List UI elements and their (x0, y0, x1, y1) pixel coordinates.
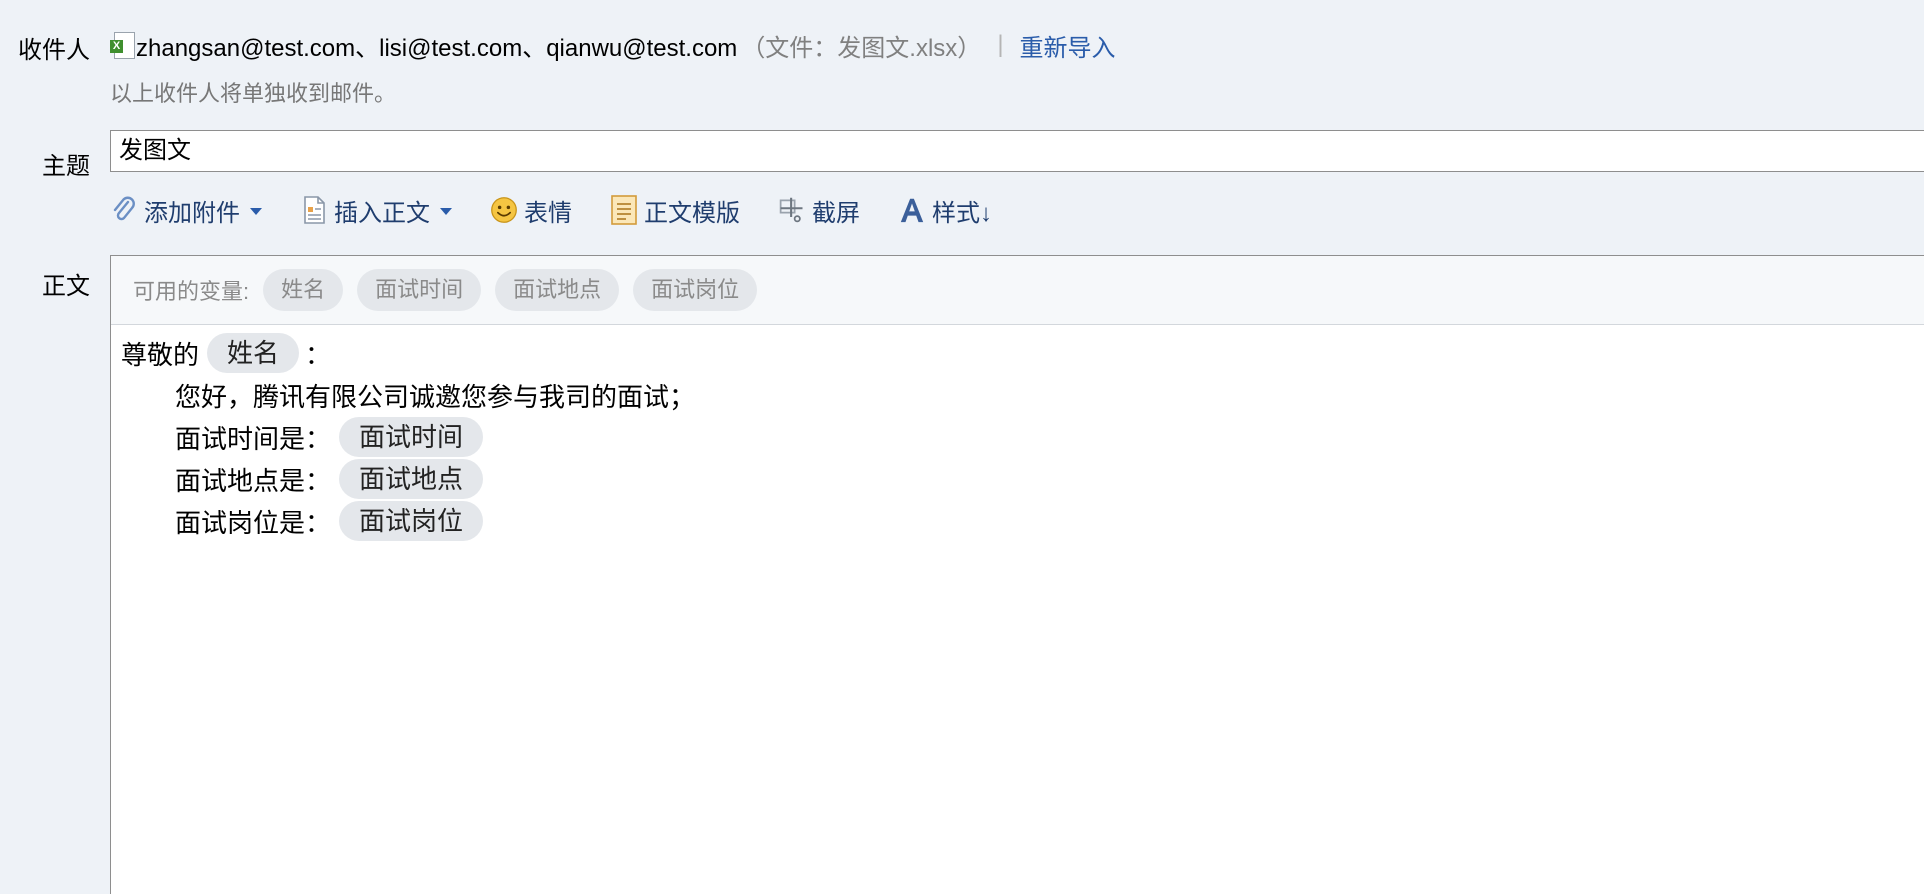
body-label: 正文 (42, 273, 90, 300)
reimport-link[interactable]: 重新导入 (1020, 28, 1116, 63)
subject-input[interactable]: 发图文 (110, 130, 1924, 172)
file-note: （文件：发图文.xlsx） (741, 34, 982, 62)
interview-time-label: 面试时间是： (175, 423, 332, 454)
recipients-row: X zhangsan@test.com、lisi@test.com、qianwu… (110, 28, 1116, 62)
separator: | (997, 31, 1004, 58)
inline-variable-name: 姓名 (207, 333, 300, 373)
body-content[interactable]: 尊敬的 姓名 ： 您好，腾讯有限公司诚邀您参与我司的面试； 面试时间是： 面试时… (121, 332, 695, 542)
body-editor[interactable]: 可用的变量: 姓名 面试时间 面试地点 面试岗位 尊敬的 姓名 ： 您好，腾讯有… (110, 255, 1924, 894)
inline-variable-interview-location: 面试地点 (339, 459, 484, 499)
interview-position-label: 面试岗位是： (175, 507, 332, 538)
variables-bar: 可用的变量: 姓名 面试时间 面试地点 面试岗位 (111, 256, 1924, 325)
variable-chip-interview-time[interactable]: 面试时间 (357, 269, 482, 311)
paperclip-icon (110, 195, 138, 225)
variable-chip-interview-location[interactable]: 面试地点 (495, 269, 620, 311)
font-style-icon (898, 195, 926, 225)
emoji-button[interactable]: 表情 (490, 193, 572, 228)
recipients-hint: 以上收件人将单独收到邮件。 (110, 81, 397, 106)
emoji-label: 表情 (524, 199, 572, 227)
chevron-down-icon (440, 207, 452, 215)
add-attachment-label: 添加附件 (144, 199, 240, 227)
intro-line: 您好，腾讯有限公司诚邀您参与我司的面试； (121, 374, 695, 416)
add-attachment-button[interactable]: 添加附件 (110, 193, 262, 228)
editor-toolbar: 添加附件 插入正文 表情 正文模版 截屏 样式↓ (110, 190, 1030, 230)
greeting-suffix: ： (305, 339, 332, 370)
variables-label: 可用的变量: (133, 279, 250, 304)
crop-screenshot-icon (778, 195, 806, 225)
excel-file-icon: X (110, 32, 135, 59)
interview-position-line: 面试岗位是： 面试岗位 (121, 500, 695, 542)
body-template-button[interactable]: 正文模版 (610, 193, 740, 228)
interview-location-label: 面试地点是： (175, 465, 332, 496)
variable-chip-name[interactable]: 姓名 (263, 269, 344, 311)
subject-label: 主题 (42, 153, 90, 180)
intro-text: 您好，腾讯有限公司诚邀您参与我司的面试； (175, 381, 696, 412)
chevron-down-icon (250, 207, 262, 215)
document-icon (300, 195, 328, 225)
inline-variable-interview-position: 面试岗位 (339, 501, 484, 541)
template-icon (610, 195, 638, 225)
screenshot-button[interactable]: 截屏 (778, 193, 860, 228)
recipient-list: zhangsan@test.com、lisi@test.com、qianwu@t… (136, 34, 738, 62)
inline-variable-interview-time: 面试时间 (339, 417, 484, 457)
greeting-line: 尊敬的 姓名 ： (121, 332, 695, 374)
style-label: 样式↓ (932, 199, 992, 227)
smiley-icon (490, 195, 518, 225)
style-button[interactable]: 样式↓ (898, 193, 992, 228)
interview-location-line: 面试地点是： 面试地点 (121, 458, 695, 500)
screenshot-label: 截屏 (812, 199, 860, 227)
body-template-label: 正文模版 (644, 199, 740, 227)
interview-time-line: 面试时间是： 面试时间 (121, 416, 695, 458)
insert-body-button[interactable]: 插入正文 (300, 193, 452, 228)
insert-body-label: 插入正文 (334, 199, 430, 227)
greeting-prefix: 尊敬的 (121, 339, 200, 370)
recipients-label: 收件人 (18, 37, 90, 64)
variable-chip-interview-position[interactable]: 面试岗位 (633, 269, 758, 311)
